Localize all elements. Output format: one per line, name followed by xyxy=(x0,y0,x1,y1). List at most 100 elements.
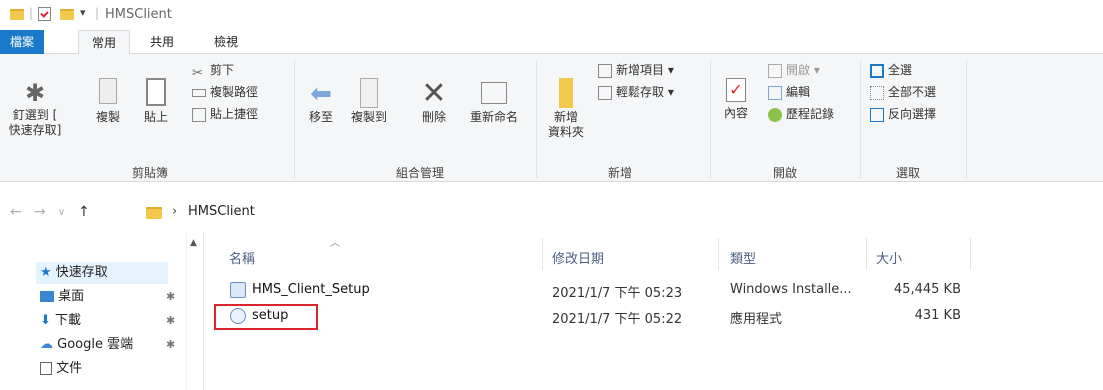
nav-item-desktop[interactable]: 桌面 xyxy=(40,286,84,308)
file-date: 2021/1/7 下午 05:22 xyxy=(552,312,683,327)
history-icon xyxy=(768,107,782,122)
new-folder-icon xyxy=(559,78,573,108)
tab-file[interactable]: 檔案 xyxy=(0,30,44,54)
properties-check-icon: ✓ xyxy=(726,78,746,102)
up-arrow-icon[interactable]: ↑ xyxy=(78,204,90,220)
file-name: HMS_Client_Setup xyxy=(252,282,370,297)
tab-share[interactable]: 共用 xyxy=(136,30,188,54)
edit-icon xyxy=(768,85,782,100)
invert-selection-button[interactable]: 反向選擇 xyxy=(870,104,936,124)
move-icon: ⬅ xyxy=(310,79,332,109)
group-label-select: 選取 xyxy=(895,166,920,180)
new-folder-button[interactable]: 新增 資料夾 xyxy=(546,78,586,140)
copy-icon xyxy=(99,78,117,104)
select-all-button[interactable]: 全選 xyxy=(870,60,912,80)
history-button[interactable]: 歷程記錄 xyxy=(768,104,834,124)
installer-icon xyxy=(230,282,246,298)
select-all-icon xyxy=(870,63,884,78)
delete-button[interactable]: ✕ 刪除 xyxy=(414,78,454,125)
file-date: 2021/1/7 下午 05:23 xyxy=(552,286,683,301)
file-type: 應用程式 xyxy=(730,312,783,327)
column-header-name[interactable]: 名稱 xyxy=(229,248,255,267)
column-header-date[interactable]: 修改日期 xyxy=(552,248,604,267)
customize-toolbar-icon[interactable]: ▾ xyxy=(80,6,86,19)
select-none-icon xyxy=(870,85,884,100)
pin-icon: ✱ xyxy=(166,338,176,351)
column-header-size[interactable]: 大小 xyxy=(876,248,902,267)
pane-divider[interactable] xyxy=(203,232,204,390)
navigation-pane: ★ 快速存取 桌面 ✱ ⬇ 下載 ✱ ☁ Google 雲端 ✱ 文件 xyxy=(0,232,205,390)
copy-button[interactable]: 複製 xyxy=(88,78,128,125)
delete-x-icon: ✕ xyxy=(421,76,447,111)
copy-path-icon xyxy=(192,88,206,97)
ribbon-tabs: 檔案 常用 共用 檢視 xyxy=(0,30,1103,55)
new-folder-quick-icon[interactable] xyxy=(60,9,74,20)
title-bar: | ▾ | HMSClient xyxy=(0,0,1103,30)
open-icon xyxy=(768,63,782,78)
separator: | xyxy=(29,6,34,20)
recent-chevron-icon[interactable]: ∨ xyxy=(58,207,65,218)
nav-item-documents[interactable]: 文件 xyxy=(40,358,82,390)
pin-label: 釘選到 [ xyxy=(12,108,58,122)
desktop-icon xyxy=(40,291,54,302)
file-type: Windows Installe... xyxy=(730,282,852,297)
column-header-type[interactable]: 類型 xyxy=(730,248,756,267)
copy-to-button[interactable]: 複製到 xyxy=(346,78,392,125)
properties-button[interactable]: ✓ 內容 xyxy=(716,78,756,121)
properties-quick-icon[interactable] xyxy=(38,7,51,21)
back-arrow-icon[interactable]: ← xyxy=(10,204,22,220)
open-button[interactable]: 開啟 ▾ xyxy=(768,60,820,80)
group-label-clipboard: 剪貼簿 xyxy=(131,166,168,180)
paste-icon xyxy=(146,78,166,106)
table-row[interactable]: HMS_Client_Setup 2021/1/7 下午 05:23 Windo… xyxy=(214,280,974,302)
separator: | xyxy=(95,6,100,20)
forward-arrow-icon[interactable]: → xyxy=(34,204,46,220)
cut-button[interactable]: ✂ 剪下 xyxy=(192,60,234,81)
breadcrumb-folder[interactable]: HMSClient xyxy=(188,204,255,219)
folder-icon xyxy=(10,9,24,20)
scissors-icon: ✂ xyxy=(192,65,203,81)
move-to-button[interactable]: ⬅ 移至 xyxy=(302,78,340,125)
tab-view[interactable]: 檢視 xyxy=(200,30,252,54)
group-label-new: 新增 xyxy=(607,166,632,180)
invert-selection-icon xyxy=(870,107,884,122)
new-item-icon xyxy=(598,63,612,78)
download-arrow-icon: ⬇ xyxy=(40,313,51,328)
folder-icon xyxy=(146,207,162,219)
edit-button[interactable]: 編輯 xyxy=(768,82,810,102)
scroll-up-icon[interactable]: ▲ xyxy=(190,238,197,248)
window-title: HMSClient xyxy=(105,7,172,22)
nav-item-google-drive[interactable]: ☁ Google 雲端 xyxy=(40,334,133,356)
paste-shortcut-icon xyxy=(192,107,206,122)
rename-icon xyxy=(481,82,507,104)
rename-button[interactable]: 重新命名 xyxy=(462,78,526,125)
pin-label: 快速存取] xyxy=(8,123,62,137)
sort-indicator-icon: ︿ xyxy=(330,238,340,249)
select-none-button[interactable]: 全部不選 xyxy=(870,82,936,102)
pin-icon: ✱ xyxy=(24,79,46,107)
highlight-box xyxy=(214,304,318,330)
table-row[interactable]: setup 2021/1/7 下午 05:22 應用程式 431 KB xyxy=(214,306,974,328)
file-size: 45,445 KB xyxy=(893,282,961,297)
paste-button[interactable]: 貼上 xyxy=(136,78,176,125)
pin-to-quick-access-button[interactable]: ✱ 釘選到 [ 快速存取] xyxy=(4,78,66,138)
paste-shortcut-button[interactable]: 貼上捷徑 xyxy=(192,104,258,124)
nav-item-downloads[interactable]: ⬇ 下載 xyxy=(40,310,81,332)
group-label-open: 開啟 xyxy=(772,166,797,180)
easy-access-button[interactable]: 輕鬆存取 ▾ xyxy=(598,82,674,102)
breadcrumb-chevron-icon[interactable]: › xyxy=(172,204,177,219)
file-size: 431 KB xyxy=(914,308,961,323)
copy-to-icon xyxy=(360,78,378,108)
star-icon: ★ xyxy=(40,265,52,280)
copy-path-button[interactable]: 複製路徑 xyxy=(192,82,258,102)
easy-access-icon xyxy=(598,85,612,100)
address-bar: ← → ∨ ↑ › HMSClient xyxy=(0,198,1103,228)
new-item-button[interactable]: 新增項目 ▾ xyxy=(598,60,674,80)
nav-item-quick-access[interactable]: ★ 快速存取 xyxy=(36,262,168,284)
cloud-icon: ☁ xyxy=(40,337,53,352)
pin-icon: ✱ xyxy=(166,314,176,327)
pin-icon: ✱ xyxy=(166,290,176,303)
ribbon: ✱ 釘選到 [ 快速存取] 複製 貼上 ✂ 剪下 複製路徑 貼上捷徑 剪貼簿 ⬅ … xyxy=(0,54,1103,182)
tab-home[interactable]: 常用 xyxy=(78,30,130,55)
navigation-scrollbar[interactable]: ▲ xyxy=(186,232,203,390)
